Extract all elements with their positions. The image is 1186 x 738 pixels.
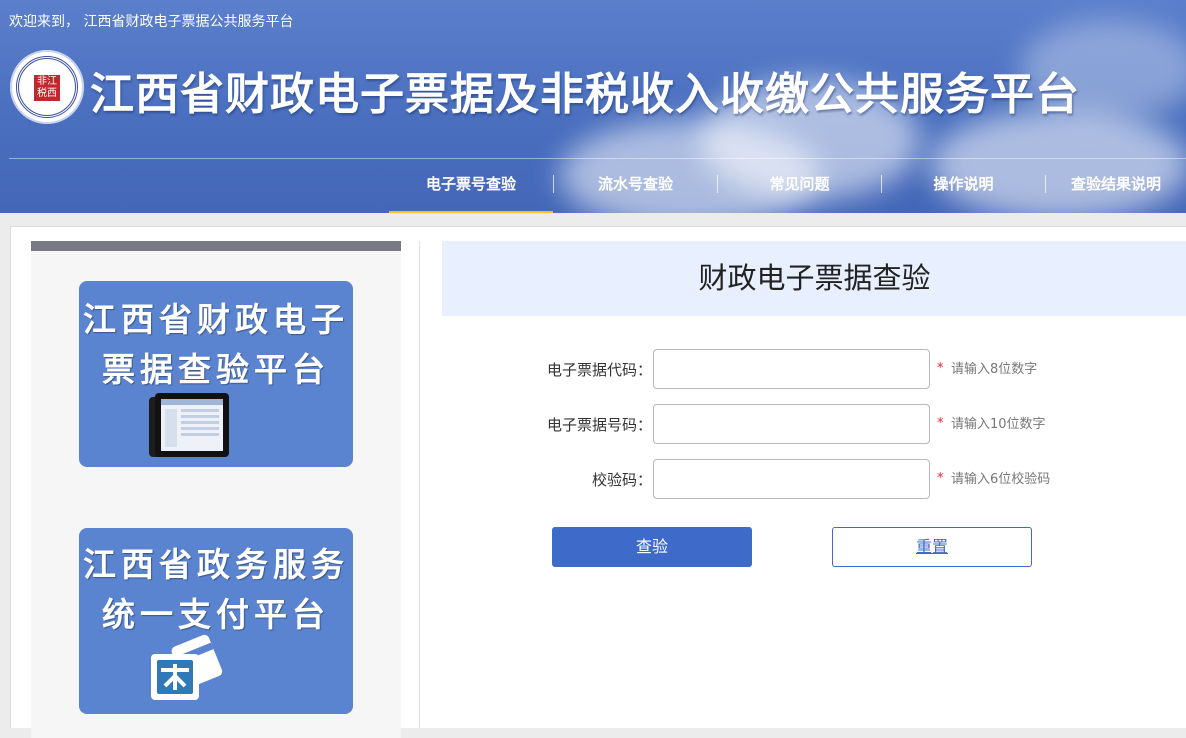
nav-item-faq[interactable]: 常见问题 <box>718 159 881 211</box>
card-title-line2: 票据查验平台 <box>102 350 330 389</box>
field-row-invoice-code: 电子票据代码： * 请输入8位数字 <box>441 349 1101 391</box>
nav-item-result-explanation[interactable]: 查验结果说明 <box>1046 159 1186 211</box>
invoice-code-input[interactable] <box>653 349 930 389</box>
main-content: 江西省财政电子 票据查验平台 江西省政务服务 统一支付平台 财政电子票据查验 电… <box>10 226 1186 738</box>
card-unified-payment-platform[interactable]: 江西省政务服务 统一支付平台 <box>79 528 353 714</box>
payment-card-icon <box>151 634 223 700</box>
invoice-code-label: 电子票据代码： <box>546 361 652 379</box>
site-header: 欢迎来到， 江西省财政电子票据公共服务平台 非江 税西 江西省财政电子票据及非税收… <box>0 0 1186 213</box>
card-invoice-check-platform[interactable]: 江西省财政电子 票据查验平台 <box>79 281 353 467</box>
check-code-label: 校验码： <box>591 471 652 489</box>
nav-item-ticket-number-check[interactable]: 电子票号查验 <box>389 159 553 213</box>
check-code-input[interactable] <box>653 459 930 499</box>
invoice-number-label: 电子票据号码： <box>546 416 652 434</box>
check-code-hint: 请输入6位校验码 <box>951 472 1051 487</box>
sidebar: 江西省财政电子 票据查验平台 江西省政务服务 统一支付平台 <box>31 241 401 738</box>
nav-item-serial-number-check[interactable]: 流水号查验 <box>554 159 717 211</box>
card-title-line2: 统一支付平台 <box>102 595 330 634</box>
tablet-screen-icon <box>149 393 229 457</box>
form-title: 财政电子票据查验 <box>442 241 1186 316</box>
seal-stamp: 非江 税西 <box>34 75 60 101</box>
card-title-line1: 江西省财政电子 <box>83 300 349 339</box>
required-mark: * <box>937 471 944 486</box>
site-title: 江西省财政电子票据及非税收入收缴公共服务平台 <box>90 69 1080 120</box>
field-row-invoice-number: 电子票据号码： * 请输入10位数字 <box>441 404 1101 446</box>
field-row-check-code: 校验码： * 请输入6位校验码 <box>441 459 1101 501</box>
invoice-code-hint: 请输入8位数字 <box>951 362 1038 377</box>
site-logo: 非江 税西 <box>10 50 84 124</box>
required-mark: * <box>937 416 944 431</box>
invoice-number-input[interactable] <box>653 404 930 444</box>
invoice-number-hint: 请输入10位数字 <box>951 417 1046 432</box>
verify-button[interactable]: 查验 <box>552 527 752 567</box>
vertical-divider <box>419 241 420 728</box>
welcome-text: 欢迎来到， 江西省财政电子票据公共服务平台 <box>9 14 294 30</box>
card-title-line1: 江西省政务服务 <box>83 545 349 584</box>
nav-item-instructions[interactable]: 操作说明 <box>882 159 1045 211</box>
reset-button[interactable]: 重置 <box>832 527 1032 567</box>
required-mark: * <box>937 361 944 376</box>
